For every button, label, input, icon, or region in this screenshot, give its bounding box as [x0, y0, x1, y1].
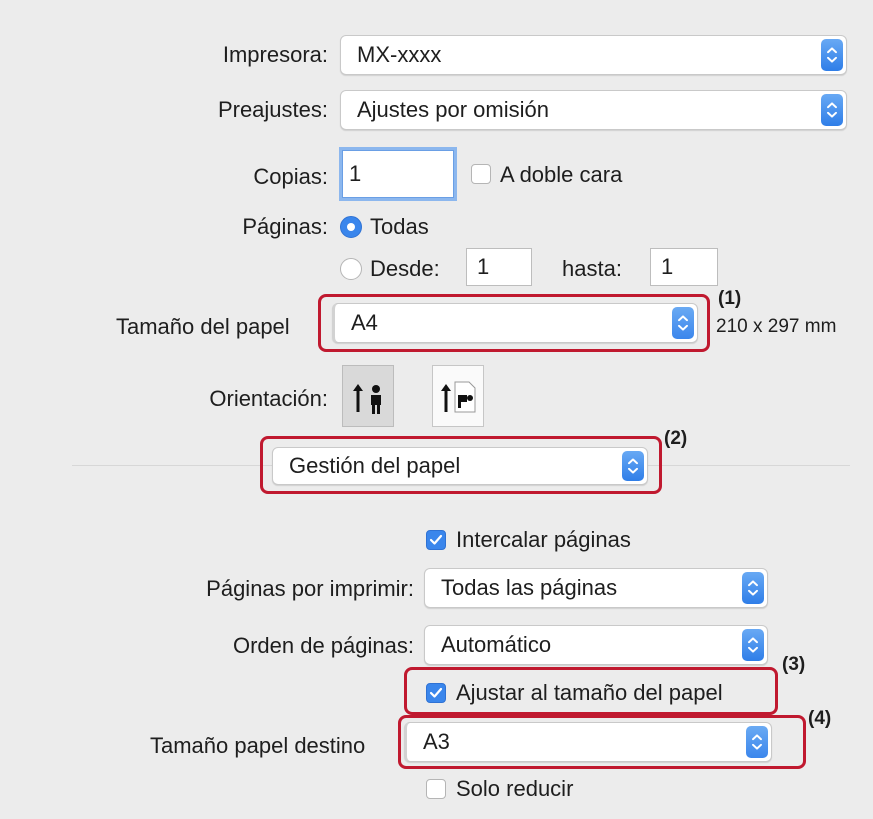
printer-label: Impresora:	[222, 42, 328, 67]
callout-box-1	[318, 294, 710, 352]
pages-to-print-label: Páginas por imprimir:	[206, 576, 414, 601]
collate-label: Intercalar páginas	[456, 527, 631, 552]
pages-from-label: Desde:	[370, 256, 440, 281]
portrait-icon	[353, 384, 381, 414]
pages-all-radio[interactable]	[340, 216, 362, 238]
presets-value: Ajustes por omisión	[357, 97, 549, 122]
pages-to-value: 1	[661, 254, 674, 279]
callout-box-3	[404, 667, 778, 715]
scale-down-only-checkbox[interactable]	[426, 779, 446, 799]
duplex-label: A doble cara	[500, 162, 623, 187]
destination-size-label: Tamaño papel destino	[150, 733, 366, 758]
copies-value: 1	[349, 161, 362, 186]
printer-select[interactable]: MX-xxxx	[340, 35, 847, 75]
callout-number-2: (2)	[664, 428, 688, 449]
pages-range-radio[interactable]	[340, 258, 362, 280]
pages-to-print-value: Todas las páginas	[441, 575, 618, 600]
chevron-updown-icon	[821, 39, 843, 71]
callout-number-1: (1)	[718, 288, 742, 309]
orientation-landscape-button[interactable]	[432, 365, 484, 427]
copies-input[interactable]: 1	[342, 150, 454, 198]
collate-checkbox[interactable]	[426, 530, 446, 550]
page-order-select[interactable]: Automático	[424, 625, 768, 665]
copies-label: Copias:	[253, 164, 328, 189]
callout-box-2	[260, 436, 662, 494]
page-order-value: Automático	[441, 632, 552, 657]
pages-from-value: 1	[477, 254, 490, 279]
orientation-portrait-button[interactable]	[342, 365, 394, 427]
chevron-updown-icon	[821, 94, 843, 126]
duplex-checkbox[interactable]	[471, 164, 491, 184]
callout-number-3: (3)	[782, 654, 806, 675]
callout-box-4	[398, 715, 806, 769]
chevron-updown-icon	[742, 572, 764, 604]
landscape-icon	[441, 381, 476, 413]
pages-to-label: hasta:	[562, 256, 622, 281]
pages-from-input[interactable]: 1	[466, 248, 532, 286]
printer-value: MX-xxxx	[357, 42, 442, 67]
orientation-label: Orientación:	[209, 386, 328, 411]
pages-to-print-select[interactable]: Todas las páginas	[424, 568, 768, 608]
chevron-updown-icon	[742, 629, 764, 661]
presets-select[interactable]: Ajustes por omisión	[340, 90, 847, 130]
paper-size-label: Tamaño del papel	[116, 314, 290, 339]
print-dialog: Impresora: MX-xxxx Preajustes: Ajustes p…	[0, 0, 873, 819]
pages-all-label: Todas	[370, 214, 429, 239]
pages-to-input[interactable]: 1	[650, 248, 718, 286]
presets-label: Preajustes:	[217, 97, 328, 122]
paper-dimensions: 210 x 297 mm	[716, 316, 837, 337]
callout-number-4: (4)	[808, 708, 832, 729]
scale-down-only-label: Solo reducir	[456, 776, 574, 801]
page-order-label: Orden de páginas:	[232, 633, 414, 658]
pages-label: Páginas:	[242, 214, 328, 239]
